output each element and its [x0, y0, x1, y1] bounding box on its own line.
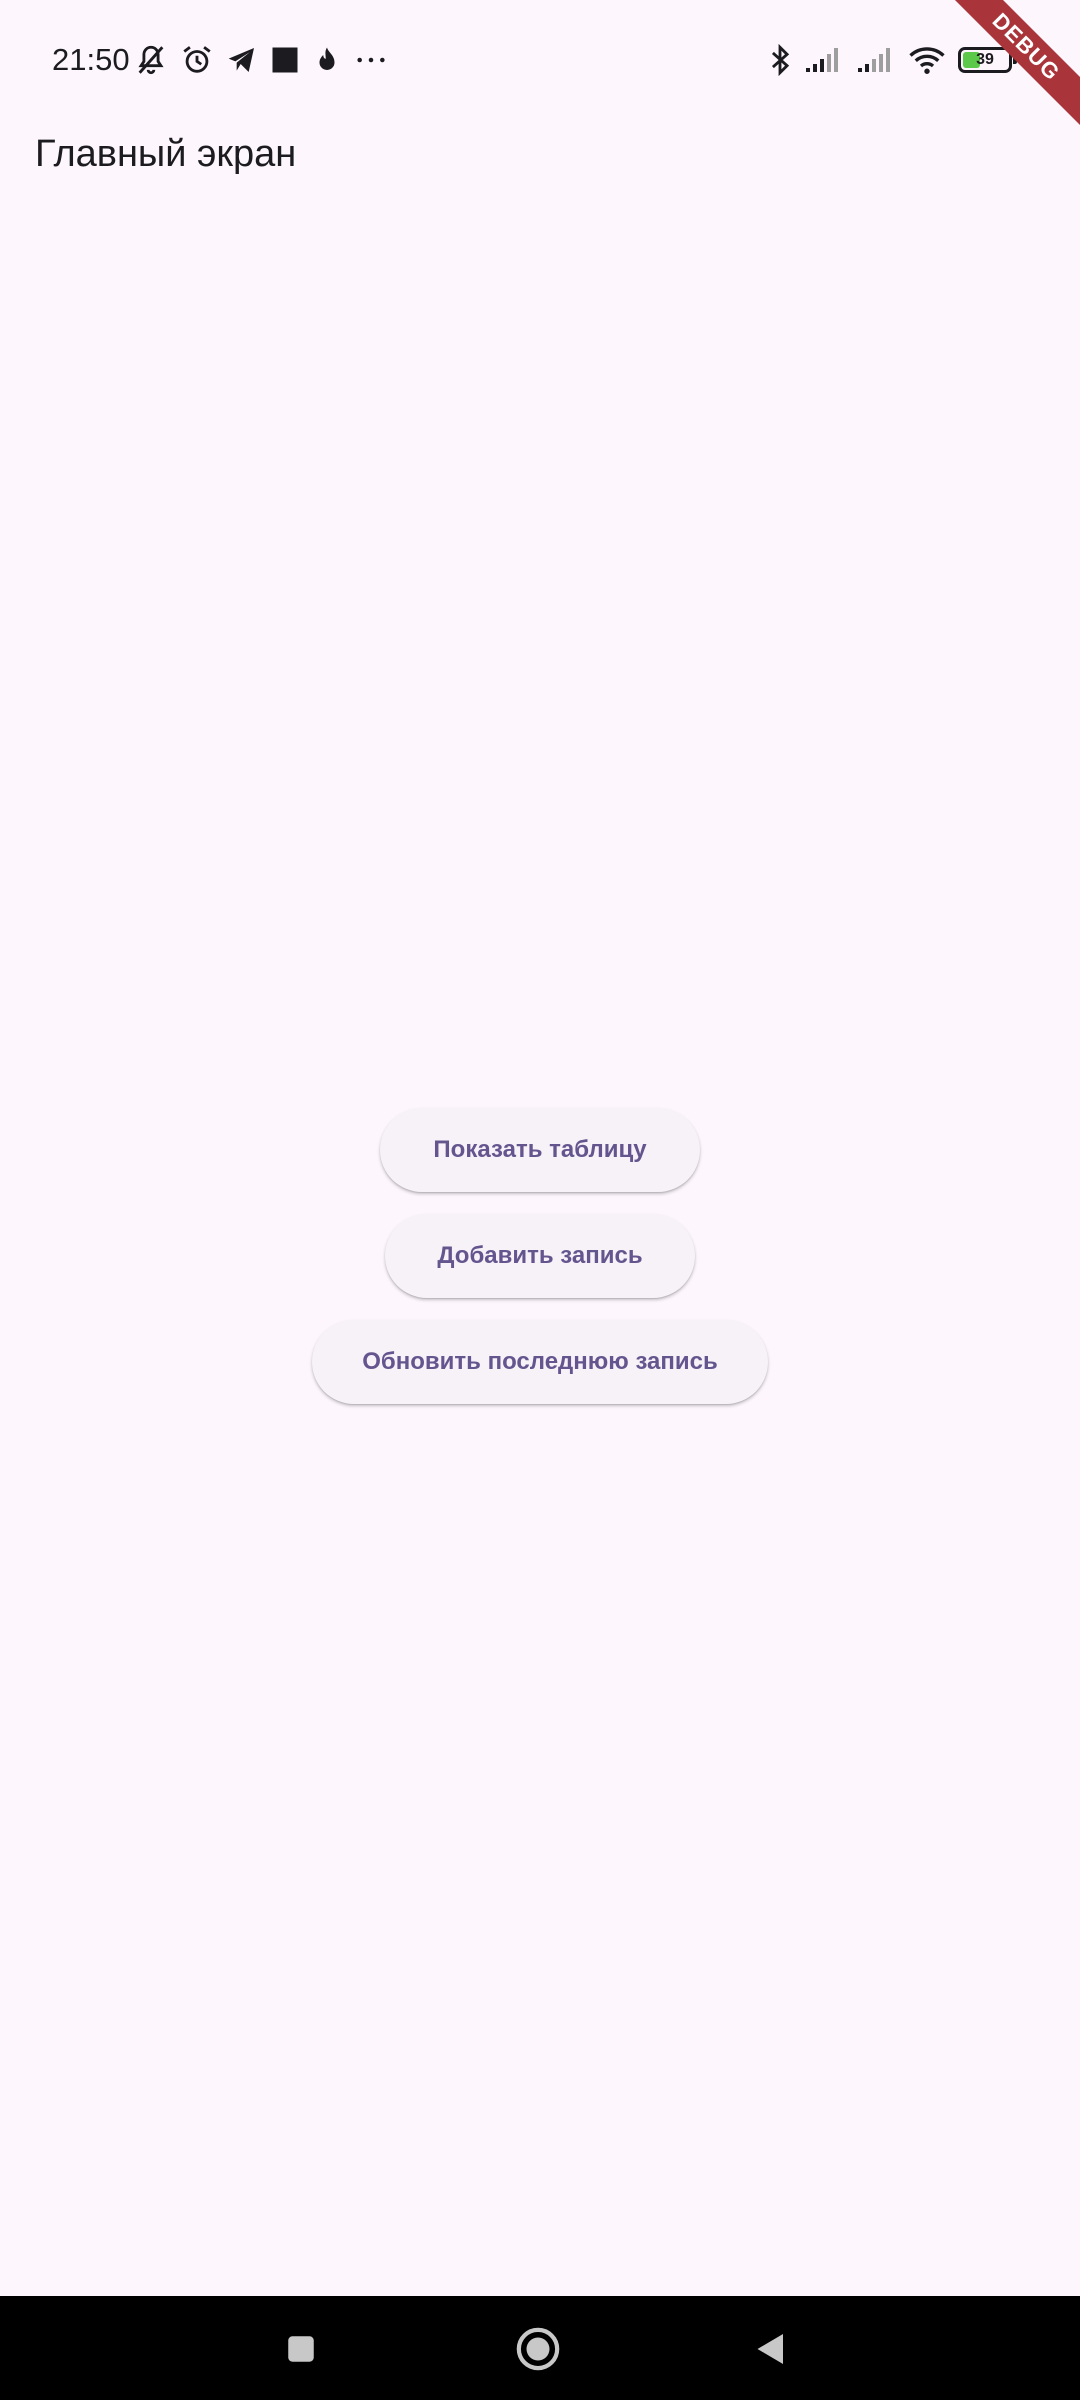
home-icon[interactable]: [513, 2324, 563, 2374]
muted-bell-icon: [134, 43, 168, 77]
status-bar: 21:50 39: [0, 0, 1080, 120]
status-icons-left: [134, 40, 388, 80]
square-icon: [270, 45, 300, 75]
battery-percent: 39: [976, 51, 994, 68]
bluetooth-icon: [768, 43, 792, 77]
recents-icon[interactable]: [276, 2324, 326, 2374]
flame-icon: [312, 44, 342, 76]
signal-icon: [804, 46, 844, 74]
signal-icon: [856, 46, 896, 74]
add-record-button[interactable]: Добавить запись: [385, 1214, 695, 1298]
screen: 21:50 39 DEBUG Главный экран Показать та…: [0, 0, 1080, 2400]
battery-icon: 39: [958, 47, 1017, 73]
telegram-icon: [226, 44, 258, 76]
back-icon[interactable]: [746, 2324, 796, 2374]
update-last-record-button[interactable]: Обновить последнюю запись: [312, 1320, 768, 1404]
page-title: Главный экран: [35, 133, 297, 175]
wifi-icon: [908, 45, 946, 75]
more-dots-icon: [354, 45, 388, 75]
alarm-icon: [180, 43, 214, 77]
navigation-bar: [0, 2296, 1080, 2400]
status-time: 21:50: [52, 42, 130, 77]
charging-icon: [1024, 45, 1042, 75]
status-icons-right: 39: [768, 40, 1042, 80]
show-table-button[interactable]: Показать таблицу: [380, 1108, 700, 1192]
